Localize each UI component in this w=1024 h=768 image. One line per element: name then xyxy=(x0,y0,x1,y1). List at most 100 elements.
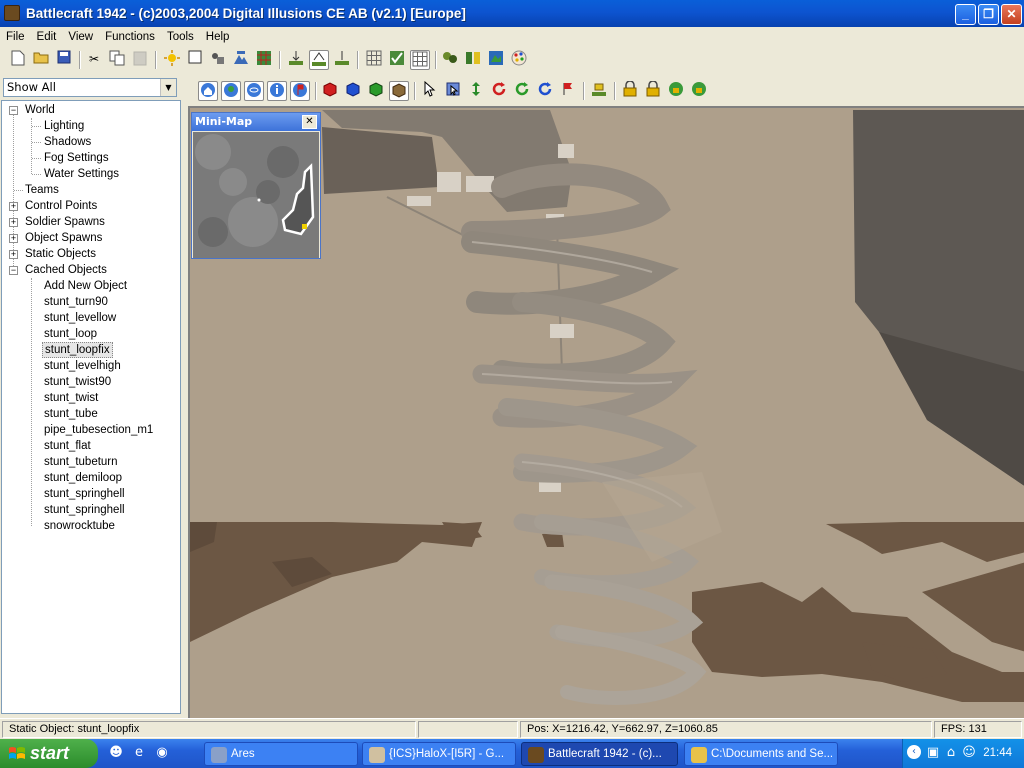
filter-dropdown[interactable]: Show All ▼ xyxy=(3,78,177,97)
tree-item-cached[interactable]: stunt_springhell xyxy=(42,502,127,518)
taskbar-item-ares[interactable]: Ares xyxy=(204,742,358,766)
lock-alt-icon[interactable] xyxy=(643,80,663,101)
minimap-close-button[interactable]: ✕ xyxy=(302,115,317,129)
user-icon[interactable]: ☺ xyxy=(961,745,977,761)
ground-snap-icon[interactable] xyxy=(589,81,609,101)
place-active-icon[interactable] xyxy=(309,50,329,70)
tree-item-cached[interactable]: stunt_levellow xyxy=(42,310,118,326)
move-vertical-icon[interactable] xyxy=(466,81,486,101)
cut-icon[interactable]: ✂ xyxy=(84,50,104,70)
red-cube-icon[interactable] xyxy=(320,81,340,101)
tree-item-teams[interactable]: Teams xyxy=(23,182,61,198)
terrain-tool-icon[interactable] xyxy=(231,50,251,70)
map-book-icon[interactable] xyxy=(463,50,483,70)
app-icon[interactable] xyxy=(4,5,20,21)
tree-item-cached[interactable]: stunt_demiloop xyxy=(42,470,124,486)
tree-item-object-spawns[interactable]: Object Spawns xyxy=(23,230,104,246)
menu-view[interactable]: View xyxy=(62,27,99,45)
tree-item-cached[interactable]: snowrocktube xyxy=(42,518,117,534)
chevron-down-icon[interactable]: ▼ xyxy=(160,79,176,96)
expand-icon[interactable]: + xyxy=(9,234,18,243)
green-cube-icon[interactable] xyxy=(366,81,386,101)
view-info-icon[interactable] xyxy=(267,81,287,101)
tree-item-cached[interactable]: stunt_tubeturn xyxy=(42,454,120,470)
menu-tools[interactable]: Tools xyxy=(161,27,200,45)
tree-item-add-new-object[interactable]: Add New Object xyxy=(42,278,129,294)
collapse-icon[interactable]: − xyxy=(9,266,18,275)
tree-item-cached[interactable]: stunt_springhell xyxy=(42,486,127,502)
taskbar-item-chat[interactable]: {ICS}HaloX-[I5R] - G... xyxy=(362,742,516,766)
expand-icon[interactable]: + xyxy=(9,218,18,227)
object-tool-icon[interactable] xyxy=(208,50,228,70)
copy-icon[interactable] xyxy=(107,50,127,70)
monitor-icon[interactable]: ▣ xyxy=(925,745,941,761)
network-icon[interactable]: ⌂ xyxy=(943,745,959,761)
world-map-icon[interactable] xyxy=(486,50,506,70)
paste-icon[interactable] xyxy=(130,50,150,70)
media-icon[interactable]: ◉ xyxy=(154,745,170,761)
tree-item-cached-selected[interactable]: stunt_loopfix xyxy=(42,342,113,358)
minimize-button[interactable]: _ xyxy=(955,4,976,25)
tree-item-cached[interactable]: stunt_loop xyxy=(42,326,99,342)
blue-cube-icon[interactable] xyxy=(343,81,363,101)
tree-item-cached[interactable]: stunt_flat xyxy=(42,438,93,454)
tree-item-cached[interactable]: pipe_tubesection_m1 xyxy=(42,422,155,438)
tree-item-water-settings[interactable]: Water Settings xyxy=(42,166,121,182)
new-file-icon[interactable] xyxy=(8,50,28,70)
view-home-icon[interactable] xyxy=(198,81,218,101)
rotate-blue-icon[interactable] xyxy=(535,81,555,101)
person-icon[interactable]: ☻ xyxy=(108,745,124,761)
tree-item-control-points[interactable]: Control Points xyxy=(23,198,99,214)
ie-icon[interactable]: e xyxy=(131,745,147,761)
tree-item-soldier-spawns[interactable]: Soldier Spawns xyxy=(23,214,107,230)
lock-icon[interactable] xyxy=(620,80,640,101)
lock-circle-icon[interactable] xyxy=(689,81,709,101)
menu-edit[interactable]: Edit xyxy=(31,27,63,45)
place-icon[interactable] xyxy=(286,50,306,70)
tree-item-fog-settings[interactable]: Fog Settings xyxy=(42,150,111,166)
rotate-red-icon[interactable] xyxy=(489,81,509,101)
start-button[interactable]: start xyxy=(0,739,98,768)
grid-color-icon[interactable] xyxy=(254,50,274,70)
tree-item-shadows[interactable]: Shadows xyxy=(42,134,93,150)
tree-item-static-objects[interactable]: Static Objects xyxy=(23,246,98,262)
tree-item-world[interactable]: World xyxy=(23,102,57,118)
select-arrow-icon[interactable] xyxy=(420,80,440,101)
place-alt-icon[interactable] xyxy=(332,50,352,70)
palette-icon[interactable] xyxy=(509,50,529,70)
menu-functions[interactable]: Functions xyxy=(99,27,161,45)
map-check-icon[interactable] xyxy=(387,50,407,70)
restore-button[interactable]: ❐ xyxy=(978,4,999,25)
title-bar[interactable]: Battlecraft 1942 - (c)2003,2004 Digital … xyxy=(0,0,1024,27)
flag-tool-icon[interactable] xyxy=(558,81,578,101)
menu-help[interactable]: Help xyxy=(200,27,236,45)
back-icon[interactable]: ‹ xyxy=(907,745,921,759)
tree-item-cached[interactable]: stunt_turn90 xyxy=(42,294,110,310)
taskbar-item-explorer[interactable]: C:\Documents and Se... xyxy=(684,742,838,766)
menu-file[interactable]: File xyxy=(0,27,31,45)
view-tree-icon[interactable] xyxy=(221,81,241,101)
tree-item-cached[interactable]: stunt_twist90 xyxy=(42,374,113,390)
minimap-window[interactable]: Mini-Map ✕ xyxy=(191,112,321,259)
minimap-view[interactable] xyxy=(193,132,319,258)
sun-icon[interactable] xyxy=(162,50,182,70)
close-button[interactable]: ✕ xyxy=(1001,4,1022,25)
panel-icon[interactable] xyxy=(185,50,205,70)
taskbar-item-battlecraft[interactable]: Battlecraft 1942 - (c)... xyxy=(521,742,678,766)
lock-green-icon[interactable] xyxy=(666,81,686,101)
tree-item-cached[interactable]: stunt_twist xyxy=(42,390,100,406)
tree-item-cached-objects[interactable]: Cached Objects xyxy=(23,262,109,278)
select-box-icon[interactable] xyxy=(443,81,463,101)
save-icon[interactable] xyxy=(54,50,74,70)
brown-cube-icon[interactable] xyxy=(389,81,409,101)
view-flag-icon[interactable] xyxy=(290,81,310,101)
tree-item-lighting[interactable]: Lighting xyxy=(42,118,86,134)
tree-item-cached[interactable]: stunt_tube xyxy=(42,406,100,422)
view-ring-icon[interactable] xyxy=(244,81,264,101)
rotate-green-icon[interactable] xyxy=(512,81,532,101)
tree-item-cached[interactable]: stunt_levelhigh xyxy=(42,358,123,374)
expand-icon[interactable]: + xyxy=(9,202,18,211)
expand-icon[interactable]: + xyxy=(9,250,18,259)
spawn-icon[interactable] xyxy=(440,50,460,70)
grid-active-icon[interactable] xyxy=(410,50,430,70)
